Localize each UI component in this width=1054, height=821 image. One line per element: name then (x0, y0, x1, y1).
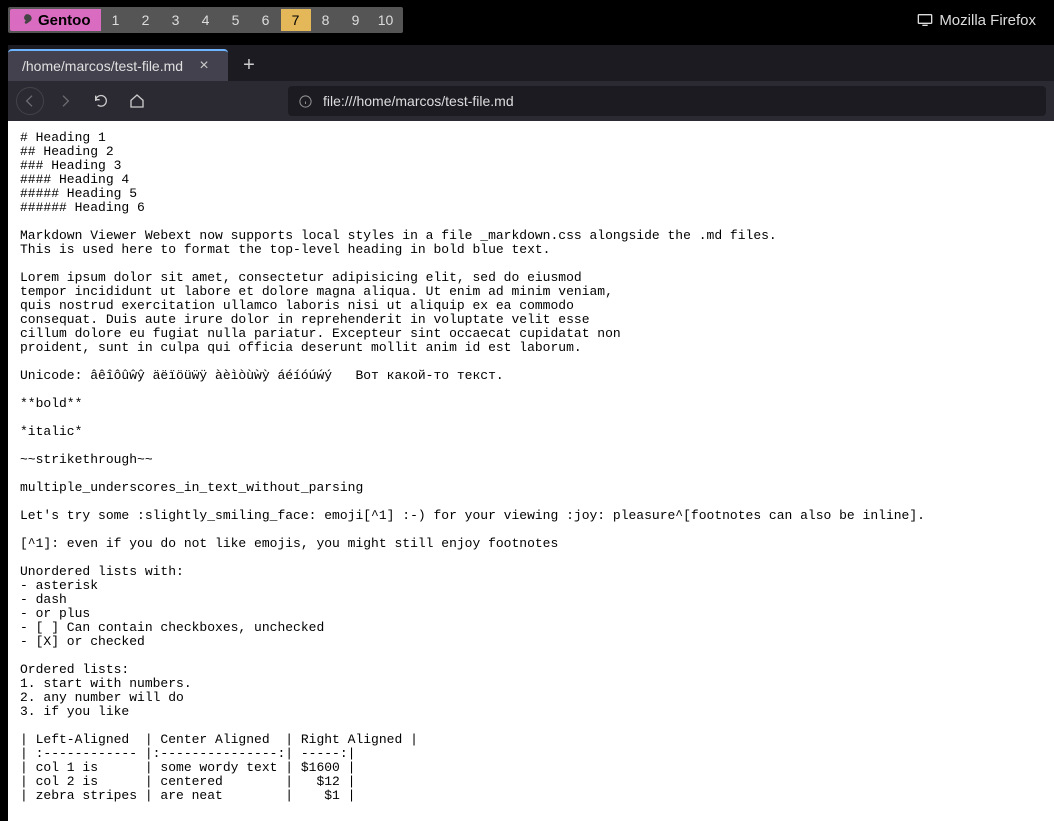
home-button[interactable] (122, 86, 152, 116)
workspace-6[interactable]: 6 (251, 9, 281, 31)
forward-button[interactable] (50, 86, 80, 116)
browser-tab[interactable]: /home/marcos/test-file.md × (8, 49, 228, 81)
firefox-window: /home/marcos/test-file.md × + file:///ho… (8, 45, 1054, 821)
workspace-10[interactable]: 10 (371, 9, 401, 31)
info-icon (298, 94, 313, 109)
page-content: # Heading 1 ## Heading 2 ### Heading 3 #… (8, 121, 1054, 821)
workspace-7[interactable]: 7 (281, 9, 311, 31)
gentoo-icon (20, 13, 34, 27)
workspace-2[interactable]: 2 (131, 9, 161, 31)
reload-button[interactable] (86, 86, 116, 116)
close-tab-button[interactable]: × (195, 57, 213, 75)
workspace-4[interactable]: 4 (191, 9, 221, 31)
new-tab-button[interactable]: + (234, 50, 264, 80)
back-button[interactable] (16, 87, 44, 115)
reload-icon (93, 93, 109, 109)
workspace-switcher: Gentoo 12345678910 (8, 7, 403, 33)
workspace-8[interactable]: 8 (311, 9, 341, 31)
workspace-3[interactable]: 3 (161, 9, 191, 31)
workspace-1[interactable]: 1 (101, 9, 131, 31)
distro-pill: Gentoo (10, 9, 101, 31)
current-window-title: Mozilla Firefox (917, 12, 1046, 29)
forward-arrow-icon (57, 93, 73, 109)
url-text: file:///home/marcos/test-file.md (323, 93, 514, 109)
tab-label: /home/marcos/test-file.md (22, 58, 183, 74)
workspace-5[interactable]: 5 (221, 9, 251, 31)
distro-label: Gentoo (38, 12, 91, 29)
home-icon (129, 93, 145, 109)
tab-strip: /home/marcos/test-file.md × + (8, 45, 1054, 81)
monitor-icon (917, 13, 933, 27)
url-bar[interactable]: file:///home/marcos/test-file.md (288, 86, 1046, 116)
browser-toolbar: file:///home/marcos/test-file.md (8, 81, 1054, 121)
desktop-top-bar: Gentoo 12345678910 Mozilla Firefox (0, 0, 1054, 40)
workspace-9[interactable]: 9 (341, 9, 371, 31)
back-arrow-icon (22, 93, 38, 109)
